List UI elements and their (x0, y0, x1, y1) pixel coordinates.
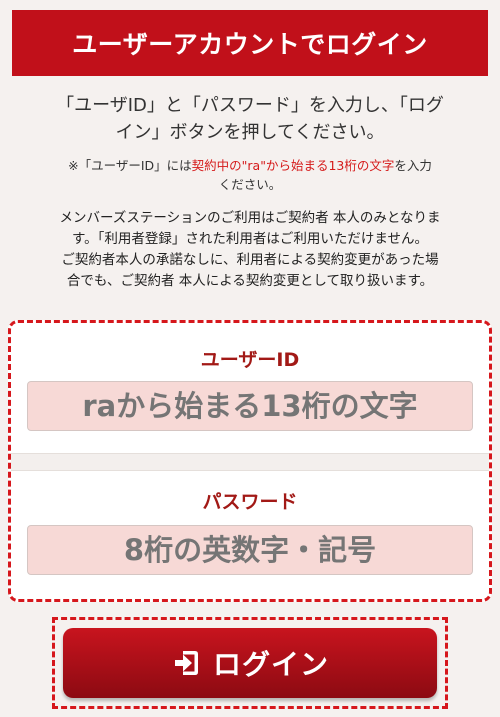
user-id-section: ユーザーID (11, 323, 489, 455)
login-form: ユーザーID パスワード (8, 320, 492, 602)
note-line-1: ※「ユーザーID」には契約中の"ra"から始まる13桁の文字を入力 (22, 156, 478, 175)
policy-line-2: す。「利用者登録」された利用者はご利用いただけません。 (72, 231, 428, 247)
intro-line-1: 「ユーザID」と「パスワード」を入力し、「ログ (56, 95, 444, 116)
policy-line-4: 合でも、ご契約者 本人による契約変更として取り扱います。 (66, 273, 434, 289)
user-id-note: ※「ユーザーID」には契約中の"ra"から始まる13桁の文字を入力 ください。 (22, 156, 478, 194)
note-line-2: ください。 (218, 177, 282, 192)
policy-line-3: ご契約者本人の承諾なしに、利用者による契約変更があった場 (61, 252, 439, 268)
usage-policy: メンバーズステーションのご利用はご契約者 本人のみとなりま す。「利用者登録」さ… (18, 208, 482, 292)
intro-text: 「ユーザID」と「パスワード」を入力し、「ログ イン」ボタンを押してください。 (20, 92, 480, 146)
page-title: ユーザーアカウントでログイン (12, 10, 488, 76)
policy-line-1: メンバーズステーションのご利用はご契約者 本人のみとなりま (59, 210, 441, 226)
user-id-input[interactable] (27, 381, 473, 431)
login-button[interactable]: ログイン (63, 628, 437, 698)
password-input[interactable] (27, 525, 473, 575)
password-section: パスワード (11, 473, 489, 599)
note-suffix: を入力 (394, 158, 432, 173)
page-title-text: ユーザーアカウントでログイン (72, 30, 428, 59)
login-button-label: ログイン (212, 649, 329, 680)
note-prefix: ※「ユーザーID」には (68, 158, 192, 173)
intro-line-2: イン」ボタンを押してください。 (115, 122, 385, 143)
note-highlight: 契約中の"ra"から始まる13桁の文字 (191, 158, 395, 173)
user-id-label: ユーザーID (200, 349, 300, 371)
login-icon (171, 647, 203, 679)
login-button-frame: ログイン (52, 617, 448, 709)
password-label: パスワード (202, 491, 298, 513)
form-divider (11, 453, 489, 471)
